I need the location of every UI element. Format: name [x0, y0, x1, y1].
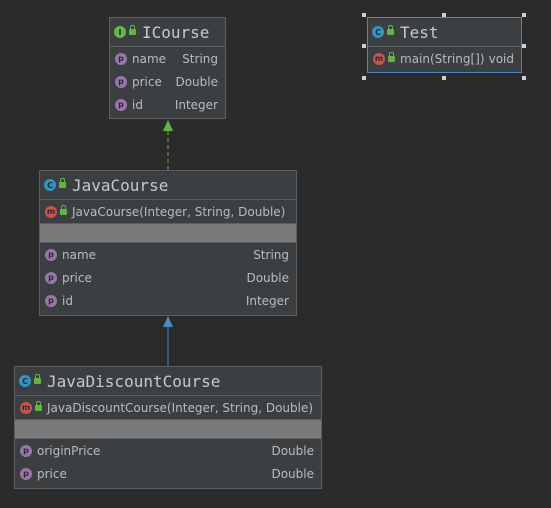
field-name: price	[62, 270, 92, 285]
selection-handle[interactable]	[362, 44, 366, 48]
field-row[interactable]: p price Double	[110, 70, 225, 93]
javadiscountcourse-header: C JavaDiscountCourse	[15, 367, 321, 396]
method-icon: m	[45, 205, 57, 218]
selection-handle[interactable]	[442, 13, 446, 17]
public-lock-icon	[60, 204, 67, 215]
property-icon: p	[115, 98, 127, 111]
property-icon: p	[45, 248, 57, 261]
field-row[interactable]: p price Double	[15, 462, 321, 485]
property-icon: p	[45, 294, 57, 307]
field-type: Integer	[174, 97, 218, 112]
selection-handle[interactable]	[442, 76, 446, 80]
field-name: name	[132, 51, 167, 66]
public-lock-icon	[34, 374, 41, 384]
test-header: C Test	[368, 18, 521, 47]
compartment-separator	[40, 223, 296, 243]
icourse-title: ICourse	[142, 22, 210, 42]
inheritance-arrowhead	[163, 316, 173, 327]
field-type: Double	[271, 443, 314, 458]
method-row[interactable]: m JavaDiscountCourse(Integer, String, Do…	[15, 396, 321, 419]
public-lock-icon	[387, 25, 394, 35]
field-name: id	[62, 293, 73, 308]
field-type: String	[253, 247, 289, 262]
property-icon: p	[20, 467, 32, 480]
field-row[interactable]: p originPrice Double	[15, 439, 321, 462]
property-icon: p	[45, 271, 57, 284]
public-lock-icon	[129, 25, 136, 35]
selection-handle[interactable]	[362, 13, 366, 17]
realization-arrowhead	[163, 120, 173, 131]
test-node[interactable]: C Test m main(String[]) void	[367, 17, 522, 73]
javadiscountcourse-title: JavaDiscountCourse	[47, 371, 221, 391]
class-icon: C	[44, 179, 56, 191]
selection-handle[interactable]	[522, 76, 526, 80]
field-name: price	[37, 466, 67, 481]
method-icon: m	[373, 52, 385, 65]
field-row[interactable]: p name String	[40, 243, 296, 266]
selection-handle[interactable]	[362, 76, 366, 80]
field-row[interactable]: p id Integer	[40, 289, 296, 312]
field-name: price	[132, 74, 162, 89]
public-lock-icon	[388, 51, 395, 62]
field-type: Integer	[245, 293, 289, 308]
field-name: originPrice	[37, 443, 101, 458]
method-name: JavaCourse(Integer, String, Double)	[72, 204, 286, 219]
selection-handle[interactable]	[522, 13, 526, 17]
field-type: Double	[175, 74, 218, 89]
field-type: Double	[246, 270, 289, 285]
method-row[interactable]: m main(String[]) void	[368, 47, 521, 70]
class-icon: C	[19, 375, 31, 387]
selection-handle[interactable]	[522, 44, 526, 48]
field-row[interactable]: p name String	[110, 47, 225, 70]
field-row[interactable]: p price Double	[40, 266, 296, 289]
interface-icon: I	[114, 26, 126, 38]
property-icon: p	[115, 52, 127, 65]
class-icon: C	[372, 26, 384, 38]
field-row[interactable]: p id Integer	[110, 93, 225, 116]
method-name: JavaDiscountCourse(Integer, String, Doub…	[47, 400, 314, 415]
method-return-type: void	[488, 51, 514, 66]
icourse-node[interactable]: I ICourse p name String p price Double p…	[109, 17, 226, 119]
property-icon: p	[115, 75, 127, 88]
method-name: main(String[])	[400, 51, 485, 66]
test-title: Test	[400, 22, 439, 42]
icourse-header: I ICourse	[110, 18, 225, 47]
field-name: id	[132, 97, 143, 112]
property-icon: p	[20, 444, 32, 457]
method-icon: m	[20, 401, 32, 414]
public-lock-icon	[35, 400, 42, 411]
compartment-separator	[15, 419, 321, 439]
public-lock-icon	[59, 178, 66, 188]
method-row[interactable]: m JavaCourse(Integer, String, Double)	[40, 200, 296, 223]
javadiscountcourse-node[interactable]: C JavaDiscountCourse m JavaDiscountCours…	[14, 366, 322, 489]
field-type: String	[182, 51, 218, 66]
field-name: name	[62, 247, 97, 262]
javacourse-node[interactable]: C JavaCourse m JavaCourse(Integer, Strin…	[39, 170, 297, 316]
javacourse-header: C JavaCourse	[40, 171, 296, 200]
field-type: Double	[271, 466, 314, 481]
javacourse-title: JavaCourse	[72, 175, 169, 195]
